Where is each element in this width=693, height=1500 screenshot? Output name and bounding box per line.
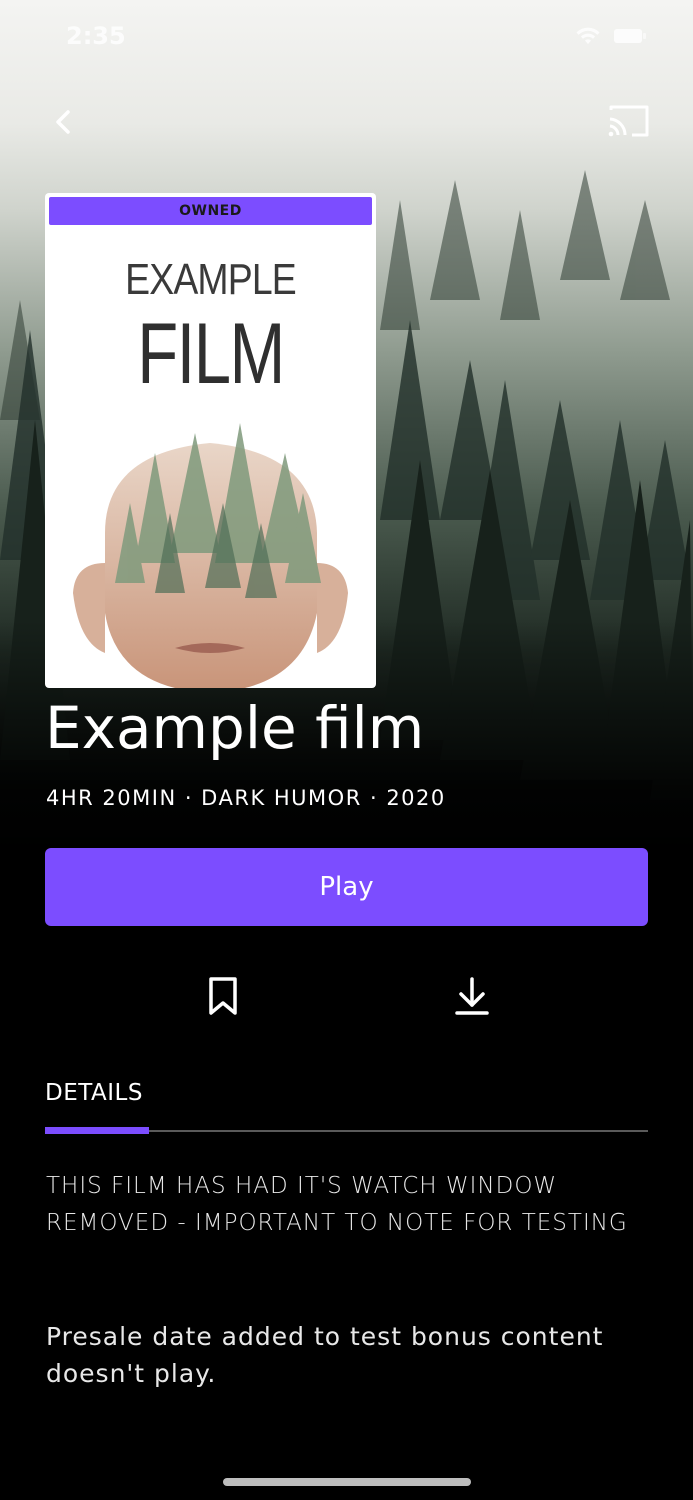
tab-details[interactable]: DETAILS: [45, 1080, 143, 1106]
poster-title-line2: FILM: [137, 306, 285, 402]
owned-badge: OWNED: [49, 197, 372, 225]
poster-artwork: [73, 423, 348, 688]
download-button[interactable]: [452, 975, 492, 1017]
film-meta: 4HR 20MIN · DARK HUMOR · 2020: [46, 786, 446, 810]
back-button[interactable]: [48, 104, 84, 140]
status-bar: 2:35: [0, 0, 693, 70]
tab-bar: DETAILS: [45, 1080, 648, 1136]
chevron-left-icon: [56, 110, 70, 134]
wifi-icon: [576, 27, 600, 44]
poster-title-line1: EXAMPLE: [125, 255, 297, 304]
play-button[interactable]: Play: [45, 848, 648, 926]
film-poster[interactable]: OWNED EXAMPLE FILM: [45, 193, 376, 688]
battery-icon: [614, 29, 646, 43]
download-icon: [455, 977, 489, 1015]
status-icons: [575, 26, 647, 46]
cast-icon: [608, 105, 649, 137]
cast-button[interactable]: [606, 102, 652, 140]
bookmark-button[interactable]: [203, 975, 243, 1017]
tab-active-indicator: [45, 1127, 149, 1134]
film-title: Example film: [45, 694, 425, 762]
status-time: 2:35: [66, 22, 126, 50]
home-indicator[interactable]: [223, 1478, 471, 1486]
bookmark-icon: [209, 977, 237, 1015]
details-note: THIS FILM HAS HAD IT'S WATCH WINDOW REMO…: [46, 1173, 628, 1236]
details-presale: Presale date added to test bonus content…: [46, 1322, 604, 1388]
